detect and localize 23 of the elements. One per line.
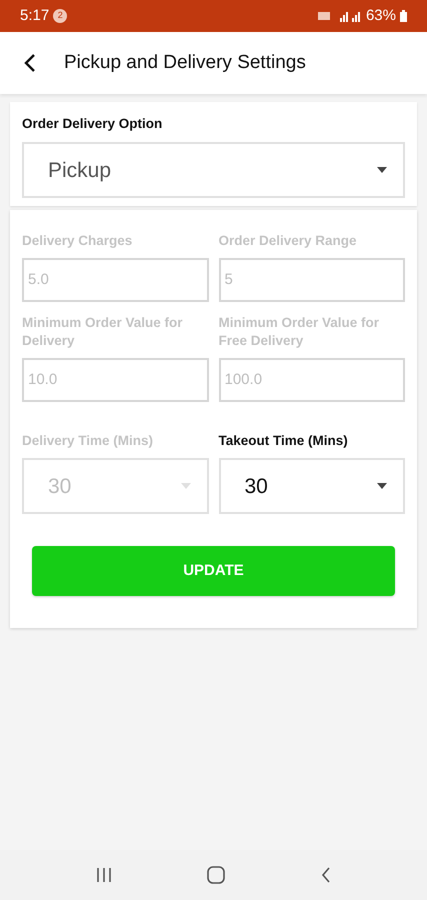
dropdown-field[interactable]: 30	[218, 458, 405, 514]
delivery-option-dropdown[interactable]: Pickup	[22, 142, 405, 198]
dropdown-caret-icon	[377, 167, 387, 174]
field-label: Order Delivery Option	[22, 115, 164, 133]
screen-title: Pickup and Delivery Settings	[64, 50, 306, 75]
update-button[interactable]: UPDATE	[32, 546, 395, 596]
home-icon[interactable]	[207, 866, 226, 884]
back-nav-icon[interactable]	[321, 867, 332, 883]
field-label: Minimum Order Value for Free Delivery	[218, 314, 380, 350]
recent-apps-icon[interactable]	[96, 868, 112, 882]
battery-percentage: 63%	[366, 6, 396, 26]
field-label: Minimum Order Value for Delivery	[22, 314, 184, 350]
dropdown-caret-icon	[377, 483, 387, 490]
battery-icon	[400, 10, 407, 22]
field-label: Takeout Time (Mins)	[218, 432, 348, 450]
field-label: Delivery Charges	[22, 232, 132, 250]
dropdown-caret-icon	[180, 483, 190, 490]
notification-count: 2	[53, 9, 68, 23]
signal-icon	[318, 10, 362, 22]
field-label: Order Delivery Range	[218, 232, 357, 250]
status-time: 5:17	[20, 6, 50, 26]
back-icon	[24, 53, 36, 73]
field-label: Delivery Time (Mins)	[22, 432, 154, 450]
